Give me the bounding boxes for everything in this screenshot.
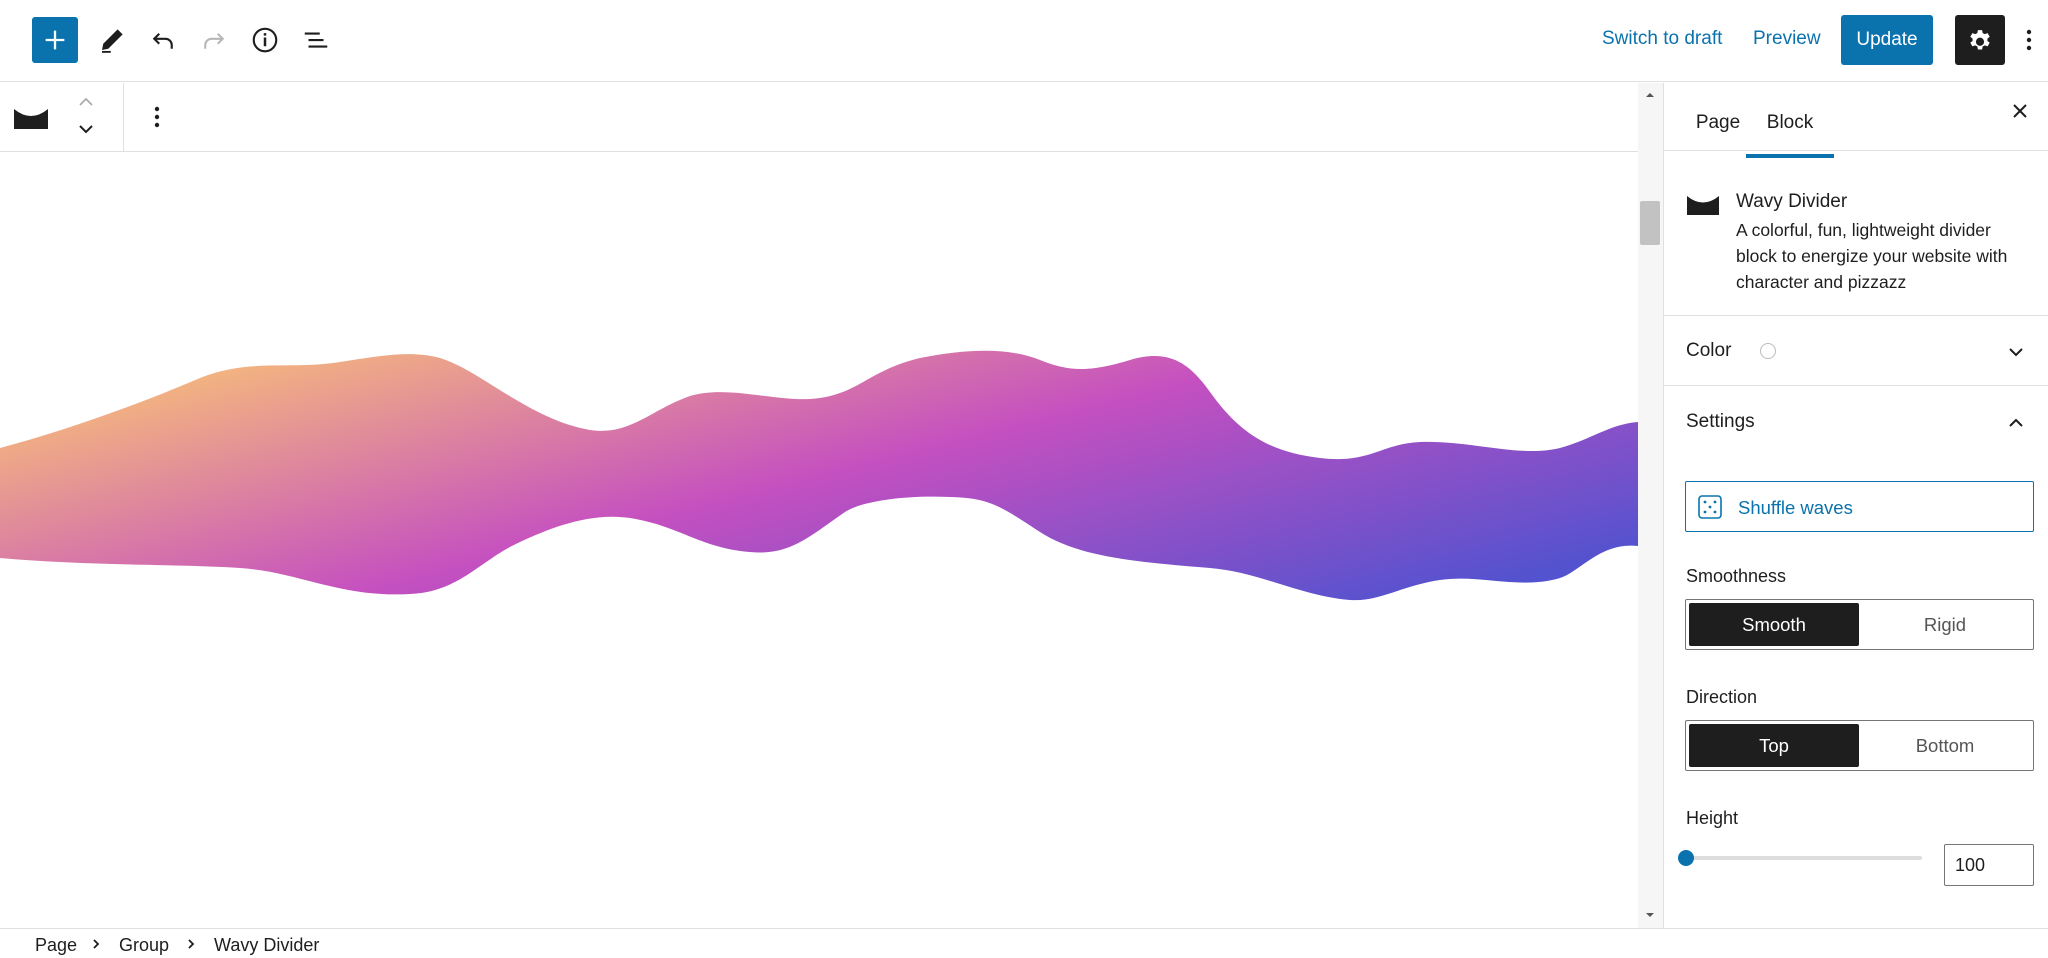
wavy-divider-shape[interactable] (0, 152, 1638, 928)
tab-block[interactable]: Block (1746, 83, 1834, 151)
slider-track (1686, 856, 1922, 860)
direction-label: Direction (1686, 687, 1758, 707)
pencil-icon (102, 29, 123, 53)
close-sidebar-button[interactable] (2005, 96, 2035, 126)
height-slider[interactable] (1678, 846, 1928, 870)
info-icon (252, 27, 278, 53)
height-input[interactable] (1944, 844, 2034, 886)
editor-header: Switch to draft Preview Update (0, 0, 2048, 82)
color-indicator (1760, 343, 1776, 359)
block-options-button[interactable] (145, 99, 169, 135)
redo-icon (204, 32, 225, 49)
move-up-button[interactable] (74, 93, 98, 111)
switch-to-draft-button[interactable]: Switch to draft (1602, 28, 1722, 50)
chevron-up-icon (2009, 418, 2023, 427)
block-card-description: A colorful, fun, lightweight divider blo… (1736, 220, 2008, 292)
undo-button[interactable] (140, 17, 186, 63)
shuffle-waves-label: Shuffle waves (1738, 497, 1853, 518)
settings-sidebar: Page Block Wavy Divider A colorful, fun,… (1663, 83, 2048, 928)
smoothness-label: Smoothness (1686, 566, 1787, 586)
height-label: Height (1686, 808, 1739, 828)
direction-toggle-group: Top Bottom (1685, 720, 2034, 771)
block-inserter-button[interactable] (32, 17, 78, 63)
toolbar-divider (123, 83, 124, 152)
scroll-up-arrow-icon[interactable] (1644, 89, 1656, 101)
plus-icon (45, 30, 65, 50)
vertical-ellipsis-icon (2026, 29, 2032, 51)
settings-panel-title: Settings (1686, 411, 1755, 432)
scroll-down-arrow-icon[interactable] (1644, 909, 1656, 921)
chevron-right-icon (93, 939, 100, 949)
undo-icon (152, 32, 173, 49)
update-button[interactable]: Update (1841, 15, 1933, 65)
shuffle-waves-button[interactable]: Shuffle waves (1685, 481, 2034, 532)
chevron-down-icon (79, 125, 93, 134)
tools-button[interactable] (89, 17, 135, 63)
preview-button[interactable]: Preview (1753, 28, 1821, 50)
redo-button[interactable] (191, 17, 237, 63)
scrollbar-thumb[interactable] (1640, 201, 1660, 245)
breadcrumb-item-group[interactable]: Group (119, 935, 169, 956)
direction-option-bottom[interactable]: Bottom (1860, 724, 2030, 767)
direction-option-top[interactable]: Top (1689, 724, 1859, 767)
options-menu-button[interactable] (2017, 22, 2041, 58)
block-toolbar (0, 83, 1640, 152)
chevron-right-icon (188, 939, 195, 949)
dice-icon (1698, 495, 1722, 519)
canvas-scrollbar[interactable] (1638, 83, 1663, 928)
vertical-ellipsis-icon (154, 106, 160, 128)
block-type-button[interactable] (12, 105, 50, 131)
settings-panel-toggle[interactable]: Settings (1664, 386, 2048, 456)
editor-canvas[interactable] (0, 152, 1638, 928)
settings-panel: Settings Shuffle waves Smoothness Smooth… (1664, 386, 2048, 928)
breadcrumb: Page Group Wavy Divider (0, 928, 2048, 958)
chevron-down-icon (2009, 348, 2023, 357)
sidebar-tabs: Page Block (1664, 83, 2048, 158)
close-icon (2013, 104, 2027, 118)
smoothness-option-rigid[interactable]: Rigid (1860, 603, 2030, 646)
breadcrumb-item-page[interactable]: Page (35, 935, 77, 956)
wavy-divider-icon (14, 109, 48, 129)
breadcrumb-item-wavy-divider[interactable]: Wavy Divider (214, 935, 319, 956)
smoothness-option-smooth[interactable]: Smooth (1689, 603, 1859, 646)
smoothness-toggle-group: Smooth Rigid (1685, 599, 2034, 650)
list-view-icon (304, 32, 328, 48)
block-card: Wavy Divider A colorful, fun, lightweigh… (1664, 151, 2048, 316)
slider-thumb[interactable] (1678, 850, 1694, 866)
wavy-divider-icon (1687, 196, 1719, 215)
list-view-button[interactable] (293, 17, 339, 63)
color-panel-title: Color (1686, 340, 1732, 361)
details-button[interactable] (242, 17, 288, 63)
gear-icon (1970, 30, 1990, 50)
block-card-title: Wavy Divider (1736, 191, 1848, 212)
settings-toggle-button[interactable] (1955, 15, 2005, 65)
chevron-up-icon (79, 97, 93, 106)
tab-page[interactable]: Page (1680, 83, 1756, 151)
editor-app: Switch to draft Preview Update Page Bloc… (0, 0, 2048, 958)
move-down-button[interactable] (74, 117, 98, 141)
color-panel-toggle[interactable]: Color (1664, 316, 2048, 386)
